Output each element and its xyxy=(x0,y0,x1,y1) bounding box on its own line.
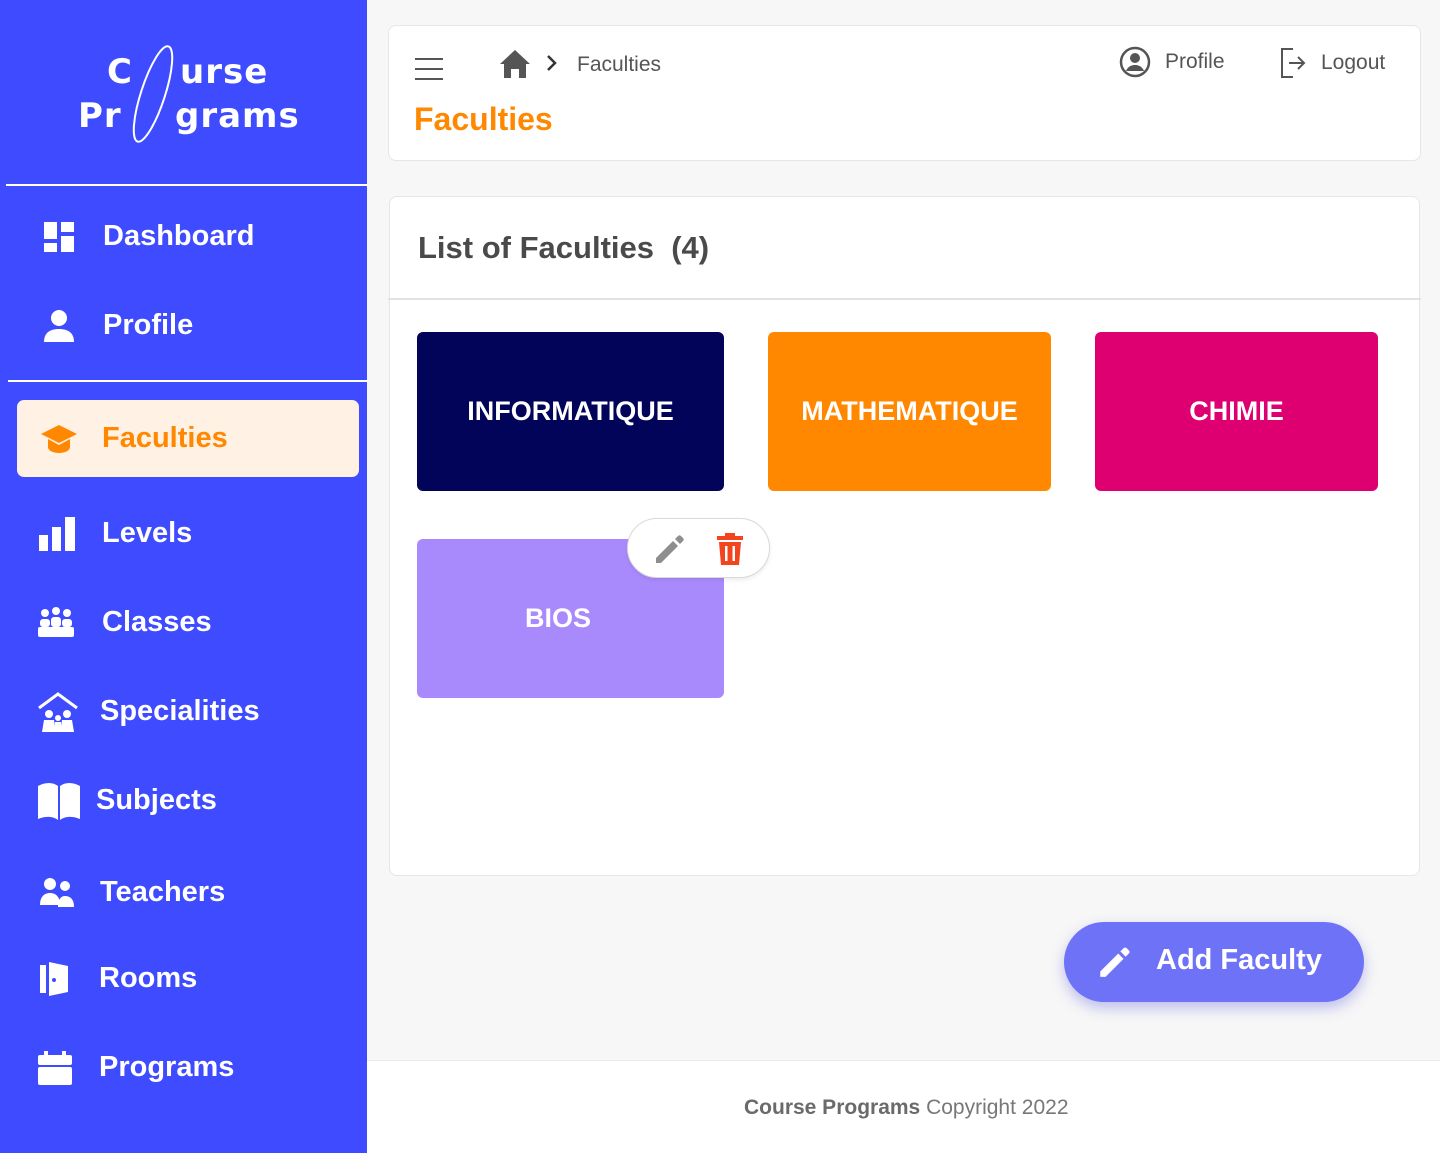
sidebar-item-subjects[interactable]: Subjects xyxy=(17,762,359,839)
list-title: List of Faculties (4) xyxy=(418,230,709,266)
sidebar-divider xyxy=(6,184,367,186)
footer: Course Programs Copyright 2022 xyxy=(367,1060,1440,1153)
list-divider xyxy=(388,298,1421,300)
pencil-icon xyxy=(1096,944,1132,985)
sidebar-item-label: Teachers xyxy=(100,876,226,908)
add-faculty-button[interactable]: Add Faculty xyxy=(1064,922,1364,1002)
people-icon xyxy=(40,877,74,909)
sidebar-item-specialities[interactable]: Specialities xyxy=(17,673,359,750)
group-icon xyxy=(38,606,74,639)
logout-button[interactable]: Logout xyxy=(1279,47,1385,79)
app-logo[interactable]: C urse Pr grams xyxy=(0,30,367,160)
logo-text-pr: Pr xyxy=(78,96,122,136)
sidebar-item-label: Classes xyxy=(102,606,212,638)
sidebar-item-label: Dashboard xyxy=(103,220,255,252)
faculty-tile[interactable]: CHIMIE xyxy=(1095,332,1378,491)
menu-toggle-button[interactable] xyxy=(413,54,445,80)
home-icon[interactable] xyxy=(499,49,531,84)
logo-o-swash xyxy=(132,45,174,143)
calendar-icon xyxy=(38,1050,72,1085)
faculty-name: INFORMATIQUE xyxy=(467,396,674,426)
add-faculty-label: Add Faculty xyxy=(1156,944,1322,976)
trash-icon[interactable] xyxy=(711,530,749,568)
sidebar-item-label: Profile xyxy=(103,309,194,341)
faculty-name: BIOS xyxy=(525,603,592,633)
tile-actions xyxy=(627,518,770,578)
user-icon xyxy=(44,309,74,342)
footer-copyright: Copyright 2022 xyxy=(920,1096,1069,1119)
logo-text-grams: grams xyxy=(175,96,300,136)
dashboard-icon xyxy=(44,221,74,252)
sidebar-divider xyxy=(8,380,367,382)
sidebar-item-programs[interactable]: Programs xyxy=(17,1029,359,1106)
door-icon xyxy=(40,961,70,996)
sidebar-item-label: Programs xyxy=(99,1051,235,1083)
faculty-tile[interactable]: INFORMATIQUE xyxy=(417,332,724,491)
book-icon xyxy=(38,782,80,820)
list-count: (4) xyxy=(671,230,710,265)
page-header: Faculties Faculties Profile Logout xyxy=(388,25,1421,161)
bar-chart-icon xyxy=(39,516,75,551)
header-profile-link[interactable]: Profile xyxy=(1119,46,1225,78)
sidebar: C urse Pr grams Dashboard Profile Facult… xyxy=(0,0,367,1153)
sidebar-item-classes[interactable]: Classes xyxy=(17,584,359,661)
chevron-right-icon xyxy=(545,54,559,77)
logout-icon xyxy=(1281,48,1306,78)
graduation-cap-icon xyxy=(40,423,78,455)
sidebar-item-profile[interactable]: Profile xyxy=(17,287,359,364)
logo-text-urse: urse xyxy=(180,52,269,92)
sidebar-item-label: Faculties xyxy=(102,422,228,454)
faculty-tile[interactable]: MATHEMATIQUE xyxy=(768,332,1051,491)
pencil-icon[interactable] xyxy=(650,530,688,568)
sidebar-item-label: Levels xyxy=(102,517,193,549)
footer-brand: Course Programs xyxy=(744,1096,921,1119)
sidebar-item-teachers[interactable]: Teachers xyxy=(17,854,359,931)
logout-label: Logout xyxy=(1321,51,1386,74)
sidebar-item-rooms[interactable]: Rooms xyxy=(17,940,359,1017)
sidebar-item-label: Specialities xyxy=(100,695,260,727)
faculty-name: MATHEMATIQUE xyxy=(801,396,1018,426)
profile-link-label: Profile xyxy=(1165,50,1225,73)
sidebar-item-faculties[interactable]: Faculties xyxy=(17,400,359,477)
sidebar-item-dashboard[interactable]: Dashboard xyxy=(17,198,359,275)
copyright-text: Course Programs Copyright 2022 xyxy=(744,1096,1069,1120)
page-title: Faculties xyxy=(414,101,553,137)
family-house-icon xyxy=(37,691,79,732)
faculty-list-card: List of Faculties (4) INFORMATIQUE MATHE… xyxy=(388,196,1421,876)
sidebar-item-label: Rooms xyxy=(99,962,198,994)
breadcrumb-current: Faculties xyxy=(577,53,662,76)
list-title-text: List of Faculties xyxy=(418,230,654,265)
sidebar-item-levels[interactable]: Levels xyxy=(17,495,359,572)
faculty-name: CHIMIE xyxy=(1189,396,1284,426)
sidebar-item-label: Subjects xyxy=(96,784,217,816)
account-circle-icon xyxy=(1119,46,1151,78)
